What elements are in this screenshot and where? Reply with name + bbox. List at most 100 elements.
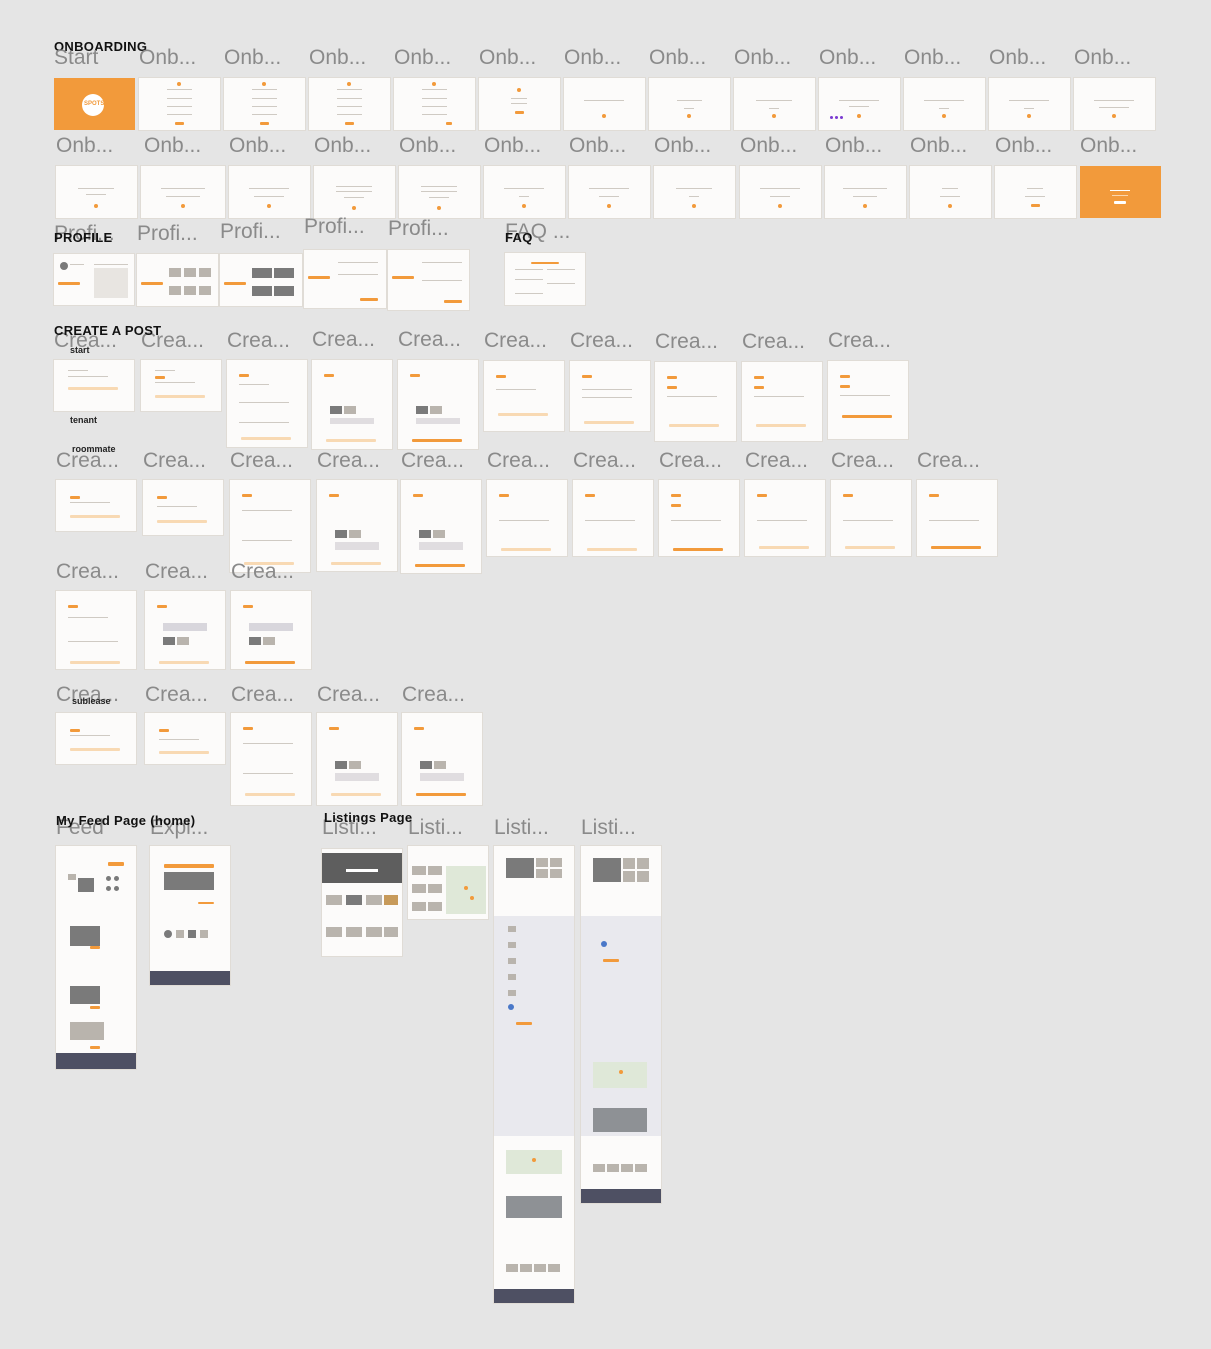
frame-title[interactable]: Onb... xyxy=(399,135,456,156)
onboarding-frame[interactable] xyxy=(910,166,991,218)
onboarding-frame[interactable] xyxy=(314,166,395,218)
onboarding-frame[interactable] xyxy=(309,78,390,130)
frame-title[interactable]: Crea... xyxy=(317,684,380,705)
frame-title[interactable]: Onb... xyxy=(144,135,201,156)
frame-title[interactable]: Crea... xyxy=(484,330,547,351)
frame-title[interactable]: Crea... xyxy=(143,450,206,471)
create-post-frame[interactable] xyxy=(487,480,567,556)
create-post-frame[interactable] xyxy=(145,713,225,764)
create-post-frame[interactable] xyxy=(570,361,650,431)
frame-title[interactable]: Crea... xyxy=(742,331,805,352)
create-post-frame[interactable] xyxy=(484,361,564,431)
create-post-frame[interactable] xyxy=(317,713,397,805)
create-post-frame[interactable] xyxy=(230,480,310,572)
onboarding-frame[interactable] xyxy=(399,166,480,218)
listing-detail-frame[interactable] xyxy=(494,846,574,1303)
onboarding-frame[interactable] xyxy=(564,78,645,130)
listings-page-frame[interactable] xyxy=(322,849,402,956)
onboarding-frame[interactable] xyxy=(825,166,906,218)
create-post-frame[interactable] xyxy=(227,360,307,447)
create-post-frame[interactable] xyxy=(398,360,478,449)
frame-title[interactable]: Crea... xyxy=(145,684,208,705)
frame-title[interactable]: Crea... xyxy=(655,331,718,352)
frame-title[interactable]: Crea... xyxy=(401,450,464,471)
create-post-frame[interactable] xyxy=(56,591,136,669)
frame-title[interactable]: Profi... xyxy=(304,216,365,237)
frame-title[interactable]: Crea... xyxy=(917,450,980,471)
frame-title[interactable]: Crea... xyxy=(659,450,722,471)
create-post-frame[interactable] xyxy=(655,362,736,441)
frame-title[interactable]: Onb... xyxy=(569,135,626,156)
create-post-frame[interactable] xyxy=(54,360,134,411)
onboarding-frame[interactable] xyxy=(995,166,1076,218)
frame-title[interactable]: Crea... xyxy=(56,561,119,582)
frame-title[interactable]: Onb... xyxy=(989,47,1046,68)
frame-title[interactable]: Crea... xyxy=(230,450,293,471)
onboarding-frame[interactable] xyxy=(224,78,305,130)
onboarding-frame[interactable] xyxy=(904,78,985,130)
onboarding-frame[interactable] xyxy=(229,166,310,218)
frame-title[interactable]: Listi... xyxy=(581,817,636,838)
create-post-frame[interactable] xyxy=(573,480,653,556)
frame-title[interactable]: Profi... xyxy=(137,223,198,244)
frame-title[interactable]: Listi... xyxy=(494,817,549,838)
profile-frame[interactable] xyxy=(388,250,469,310)
onboarding-frame[interactable] xyxy=(141,166,225,218)
frame-title[interactable]: Onb... xyxy=(479,47,536,68)
create-post-frame[interactable] xyxy=(231,713,311,805)
frame-title[interactable]: Onb... xyxy=(139,47,196,68)
profile-frame[interactable] xyxy=(304,250,386,308)
onboarding-frame[interactable] xyxy=(734,78,815,130)
frame-title[interactable]: Onb... xyxy=(649,47,706,68)
frame-title[interactable]: Profi... xyxy=(220,221,281,242)
onboarding-frame[interactable] xyxy=(569,166,650,218)
frame-title[interactable]: Onb... xyxy=(224,47,281,68)
frame-title[interactable]: Onb... xyxy=(1074,47,1131,68)
frame-title[interactable]: Onb... xyxy=(819,47,876,68)
frame-title[interactable]: Onb... xyxy=(309,47,366,68)
create-post-frame[interactable] xyxy=(317,480,397,571)
explore-page-frame[interactable] xyxy=(150,846,230,985)
frame-title[interactable]: Onb... xyxy=(564,47,621,68)
frame-title[interactable]: Onb... xyxy=(910,135,967,156)
frame-title[interactable]: Crea... xyxy=(317,450,380,471)
frame-title[interactable]: Onb... xyxy=(904,47,961,68)
profile-frame[interactable] xyxy=(220,254,302,306)
create-post-frame[interactable] xyxy=(831,480,911,556)
onboarding-frame[interactable] xyxy=(649,78,730,130)
frame-title[interactable]: Crea... xyxy=(312,329,375,350)
frame-title[interactable]: Crea... xyxy=(745,450,808,471)
profile-frame[interactable] xyxy=(54,254,134,305)
onboarding-frame[interactable] xyxy=(740,166,821,218)
frame-title[interactable]: Onb... xyxy=(394,47,451,68)
create-post-frame[interactable] xyxy=(828,361,908,439)
onboarding-frame[interactable] xyxy=(139,78,220,130)
frame-title[interactable]: Start xyxy=(54,47,98,68)
create-post-frame[interactable] xyxy=(659,480,739,556)
listings-map-frame[interactable] xyxy=(408,846,488,919)
frame-title[interactable]: Onb... xyxy=(995,135,1052,156)
frame-title[interactable]: Crea... xyxy=(227,330,290,351)
frame-title[interactable]: Profi... xyxy=(388,218,449,239)
create-post-frame[interactable] xyxy=(402,713,482,805)
create-post-frame[interactable] xyxy=(143,480,223,535)
onboarding-start-frame[interactable]: SPOTS xyxy=(54,78,135,130)
faq-frame[interactable] xyxy=(505,253,585,305)
frame-title[interactable]: Crea... xyxy=(570,330,633,351)
frame-title[interactable]: Crea... xyxy=(487,450,550,471)
create-post-frame[interactable] xyxy=(312,360,392,449)
create-post-frame[interactable] xyxy=(917,480,997,556)
create-post-frame[interactable] xyxy=(745,480,825,556)
onboarding-finish-frame[interactable] xyxy=(1080,166,1161,218)
create-post-frame[interactable] xyxy=(231,591,311,669)
frame-title[interactable]: Crea... xyxy=(145,561,208,582)
frame-title[interactable]: Crea... xyxy=(231,561,294,582)
create-post-frame[interactable] xyxy=(56,480,136,531)
frame-title[interactable]: Crea... xyxy=(398,329,461,350)
onboarding-frame[interactable] xyxy=(654,166,735,218)
frame-title[interactable]: Onb... xyxy=(314,135,371,156)
create-post-frame[interactable] xyxy=(141,360,221,411)
create-post-frame[interactable] xyxy=(56,713,136,764)
frame-title[interactable]: Crea... xyxy=(831,450,894,471)
create-post-frame[interactable] xyxy=(145,591,225,669)
